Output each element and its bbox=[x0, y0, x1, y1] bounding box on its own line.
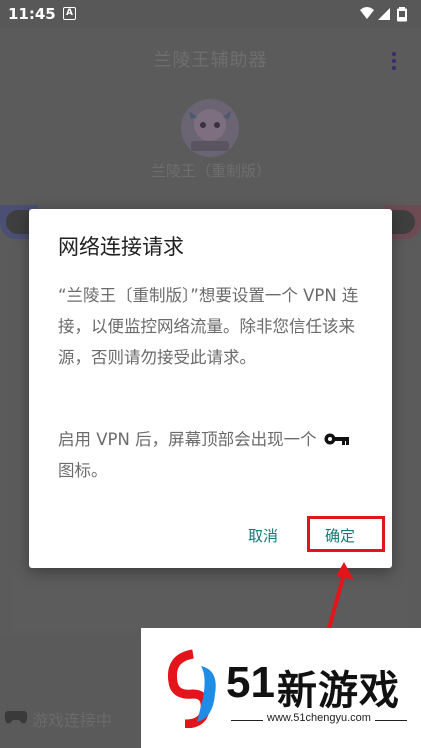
dialog-note: 启用 VPN 后，屏幕顶部会出现一个 图标。 bbox=[58, 424, 368, 486]
vpn-request-dialog: 网络连接请求 “兰陵王〔重制版〕”想要设置一个 VPN 连接，以便监控网络流量。… bbox=[29, 209, 392, 568]
app-title: 兰陵王辅助器 bbox=[153, 50, 268, 71]
battery-icon bbox=[397, 7, 407, 22]
key-icon bbox=[324, 433, 349, 445]
notification-a-icon: A bbox=[63, 7, 76, 20]
bottom-item-label: 游戏连接中 bbox=[32, 711, 113, 730]
app-subtitle: 兰陵王（重制版） bbox=[150, 162, 271, 180]
dialog-note-before: 启用 VPN 后，屏幕顶部会出现一个 bbox=[58, 430, 317, 449]
cancel-button[interactable]: 取消 bbox=[248, 525, 278, 546]
dialog-note-after: 图标。 bbox=[58, 461, 108, 480]
avatar bbox=[181, 99, 239, 157]
status-time: 11:45 bbox=[8, 5, 56, 23]
screen: 11:45 A 兰陵王辅助器 兰陵王（重制版） 游戏连接中 网络连接请求 “兰陵… bbox=[0, 0, 421, 748]
red-arrow-icon bbox=[326, 562, 354, 632]
status-icons bbox=[359, 6, 411, 22]
dialog-message: “兰陵王〔重制版〕”想要设置一个 VPN 连接，以便监控网络流量。除非您信任该来… bbox=[58, 286, 359, 367]
more-options-icon[interactable] bbox=[390, 52, 398, 72]
signal-icon bbox=[378, 8, 390, 20]
watermark-brand: 新游戏 bbox=[277, 668, 400, 714]
status-bar: 11:45 A bbox=[0, 0, 421, 28]
dialog-title: 网络连接请求 bbox=[58, 235, 184, 259]
gamepad-icon bbox=[4, 711, 28, 724]
wifi-icon bbox=[360, 7, 374, 19]
highlight-box bbox=[307, 516, 385, 552]
watermark-number: 51 bbox=[226, 658, 275, 707]
watermark-logo-icon bbox=[167, 649, 216, 728]
watermark-url: www.51chengyu.com bbox=[263, 712, 375, 724]
watermark: 51 新游戏 www.51chengyu.com bbox=[141, 628, 421, 748]
